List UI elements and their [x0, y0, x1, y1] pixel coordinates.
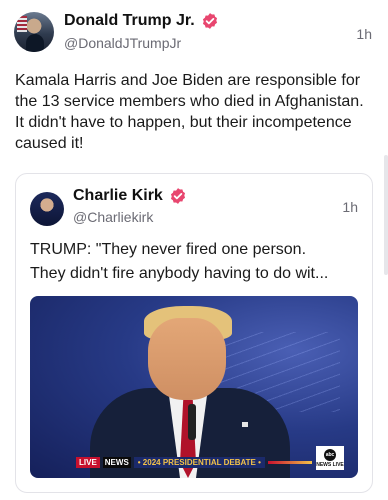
network-logo-mark: abc [324, 448, 336, 461]
network-logo-sub: NEWS LIVE [316, 461, 344, 468]
quoted-post-timestamp: 1h [342, 199, 358, 215]
verified-badge-icon [202, 13, 217, 29]
quoted-post-text: TRUMP: "They never fired one person. The… [30, 238, 360, 286]
post-timestamp: 1h [356, 26, 372, 42]
quoted-post-line: They didn't fire anybody having to do wi… [30, 265, 329, 282]
quoted-author-name[interactable]: Charlie Kirk [73, 187, 163, 205]
verified-badge-icon [170, 188, 185, 204]
quoted-author-handle[interactable]: @Charliekirk [73, 209, 153, 225]
quoted-post-line: TRUMP: "They never fired one person. [30, 241, 307, 258]
microphone [188, 404, 196, 440]
chyron-live-label: LIVE [76, 456, 100, 468]
quoted-author-avatar[interactable] [30, 192, 64, 226]
video-thumbnail[interactable]: LIVE NEWS • 2024 PRESIDENTIAL DEBATE • a… [30, 296, 358, 478]
lapel-pin [242, 422, 248, 427]
speaker-head [148, 318, 226, 400]
quoted-post[interactable]: Charlie Kirk @Charliekirk 1h TRUMP: "The… [15, 173, 373, 493]
author-avatar[interactable] [14, 12, 54, 52]
network-logo: abc NEWS LIVE [316, 446, 344, 470]
author-name[interactable]: Donald Trump Jr. [64, 12, 195, 30]
chyron-bar [267, 460, 312, 464]
author-handle[interactable]: @DonaldJTrumpJr [64, 35, 181, 51]
chyron-title: • 2024 PRESIDENTIAL DEBATE • [133, 456, 265, 468]
post-card[interactable]: Donald Trump Jr. @DonaldJTrumpJr 1h Kama… [0, 0, 388, 500]
chyron-network-label: NEWS [102, 456, 131, 468]
quoted-author-name-row: Charlie Kirk [73, 184, 187, 208]
scrollbar-thumb[interactable] [384, 155, 388, 275]
post-text: Kamala Harris and Joe Biden are responsi… [15, 72, 364, 152]
author-name-row: Donald Trump Jr. [64, 10, 219, 32]
news-chyron: LIVE NEWS • 2024 PRESIDENTIAL DEBATE • [76, 456, 312, 468]
